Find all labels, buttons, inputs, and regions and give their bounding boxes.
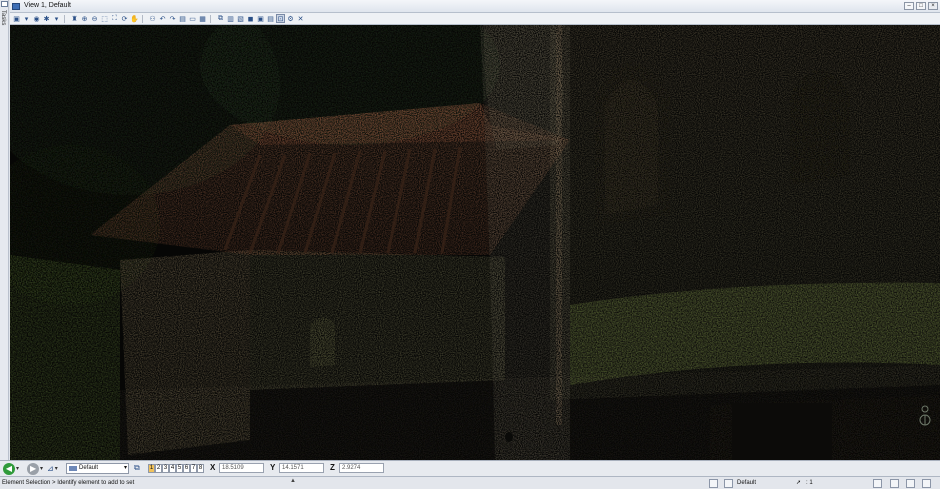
design-file-icon[interactable] <box>890 479 899 488</box>
view-window-icon <box>12 3 20 10</box>
camera-icon[interactable]: ▭ <box>188 14 197 23</box>
forward-dropdown-icon[interactable]: ▾ <box>40 465 43 472</box>
forward-arrow-icon[interactable]: ▶ <box>27 462 40 475</box>
view-select-value: Default <box>79 465 99 471</box>
active-level[interactable]: Default <box>737 479 756 488</box>
back-dropdown-icon[interactable]: ▾ <box>16 465 19 472</box>
view-navigation-cube[interactable] <box>916 403 934 429</box>
window-area-icon[interactable]: ⬚ <box>100 14 109 23</box>
fit-view-icon[interactable]: ⛶ <box>110 14 119 23</box>
rotate-view-icon[interactable]: ⟳ <box>120 14 129 23</box>
view-attributes-dropdown-icon[interactable]: ▾ <box>22 14 31 23</box>
view-windows-icon[interactable]: ⧉ <box>134 463 140 473</box>
point-cloud-icon[interactable]: ⊡ <box>276 14 285 23</box>
y-value-field[interactable]: 14.1571 <box>279 463 324 473</box>
tasks-panel-tab[interactable]: Tasks <box>0 0 9 460</box>
x-value-field[interactable]: 18.5109 <box>219 463 264 473</box>
accudraw-icon[interactable]: ⊿ <box>47 464 54 473</box>
status-bar: Element Selection > Identify element to … <box>0 476 940 489</box>
view-attributes-icon[interactable]: ▣ <box>12 14 21 23</box>
view-button-2[interactable]: 2 <box>155 464 162 473</box>
view-group-icon <box>69 466 77 471</box>
tasks-label: Tasks <box>0 10 6 26</box>
view-button-4[interactable]: 4 <box>169 464 176 473</box>
view-button-1[interactable]: 1 <box>148 464 155 473</box>
tasks-icon <box>1 1 8 7</box>
view-button-6[interactable]: 6 <box>183 464 190 473</box>
messages-icon[interactable] <box>906 479 915 488</box>
view-window: View 1, Default – □ × ▣ ▾ ◉ ✱ ▾ ♜ ⊕ ⊖ ⬚ … <box>10 0 940 460</box>
model-icon[interactable]: ◼ <box>246 14 255 23</box>
pan-hand-icon[interactable]: ✋ <box>130 14 139 23</box>
zoom-out-icon[interactable]: ⊖ <box>90 14 99 23</box>
z-value-field[interactable]: 2.9274 <box>339 463 384 473</box>
clear-icon[interactable]: ✕ <box>296 14 305 23</box>
view-control-bar: ◀ ▾ ▶ ▾ ⊿ ▾ Default ▾ ⧉ 1 2 3 4 5 6 7 8 … <box>0 460 940 476</box>
view-control-toolbar: ▣ ▾ ◉ ✱ ▾ ♜ ⊕ ⊖ ⬚ ⛶ ⟳ ✋ ⚇ ↶ ↷ ▤ ▭ ▦ ⧉ ▥ … <box>10 13 940 25</box>
view-title: View 1, Default <box>24 2 71 9</box>
selection-pointer-icon: ➚ <box>796 480 802 486</box>
level-display-icon[interactable]: ▧ <box>236 14 245 23</box>
y-label: Y <box>270 463 276 472</box>
close-button[interactable]: × <box>928 2 938 10</box>
pan-icon[interactable]: ♜ <box>70 14 79 23</box>
point-cloud-settings-icon[interactable]: ⚙ <box>286 14 295 23</box>
save-status-icon[interactable] <box>873 479 882 488</box>
maximize-button[interactable]: □ <box>916 2 926 10</box>
toolbar-separator <box>64 14 67 23</box>
view-button-3[interactable]: 3 <box>162 464 169 473</box>
z-label: Z <box>330 463 335 472</box>
view-orientation-icon[interactable]: ▤ <box>178 14 187 23</box>
view-display-icon[interactable]: ◉ <box>32 14 41 23</box>
toolbar-separator <box>210 14 213 23</box>
active-scale: : 1 <box>806 480 813 486</box>
render-dropdown-icon[interactable]: ▾ <box>52 14 61 23</box>
view-button-8[interactable]: 8 <box>197 464 204 473</box>
next-view-icon[interactable]: ↷ <box>168 14 177 23</box>
point-cloud-scene <box>10 25 940 460</box>
toggle-view-icon[interactable]: ▤ <box>266 14 275 23</box>
minimize-button[interactable]: – <box>904 2 914 10</box>
status-message: Element Selection > Identify element to … <box>2 480 135 486</box>
copy-view-icon[interactable]: ⧉ <box>216 14 225 23</box>
view-button-7[interactable]: 7 <box>190 464 197 473</box>
display-style-icon[interactable]: ▥ <box>226 14 235 23</box>
point-cloud-viewport[interactable] <box>10 25 940 460</box>
view-titlebar[interactable]: View 1, Default – □ × <box>10 0 940 13</box>
view-select-dropdown[interactable]: Default ▾ <box>66 463 129 474</box>
microstation-app: Tasks View 1, Default – □ × ▣ ▾ ◉ ✱ ▾ ♜ … <box>0 0 940 489</box>
back-arrow-icon[interactable]: ◀ <box>3 462 15 475</box>
walk-icon[interactable]: ⚇ <box>148 14 157 23</box>
clip-volume-icon[interactable]: ▦ <box>198 14 207 23</box>
ambient-icon[interactable]: ▣ <box>256 14 265 23</box>
snap-mode-icon[interactable] <box>709 479 718 488</box>
previous-view-icon[interactable]: ↶ <box>158 14 167 23</box>
lock-icon[interactable] <box>724 479 733 488</box>
chevron-down-icon: ▾ <box>123 465 127 471</box>
toolbar-separator <box>142 14 145 23</box>
render-icon[interactable]: ✱ <box>42 14 51 23</box>
accudraw-dropdown-icon[interactable]: ▾ <box>55 465 58 472</box>
zoom-in-icon[interactable]: ⊕ <box>80 14 89 23</box>
view-number-buttons: 1 2 3 4 5 6 7 8 <box>148 464 204 473</box>
status-caret-icon[interactable]: ▲ <box>290 478 296 484</box>
x-label: X <box>210 463 216 472</box>
alerts-icon[interactable] <box>922 479 931 488</box>
view-button-5[interactable]: 5 <box>176 464 183 473</box>
